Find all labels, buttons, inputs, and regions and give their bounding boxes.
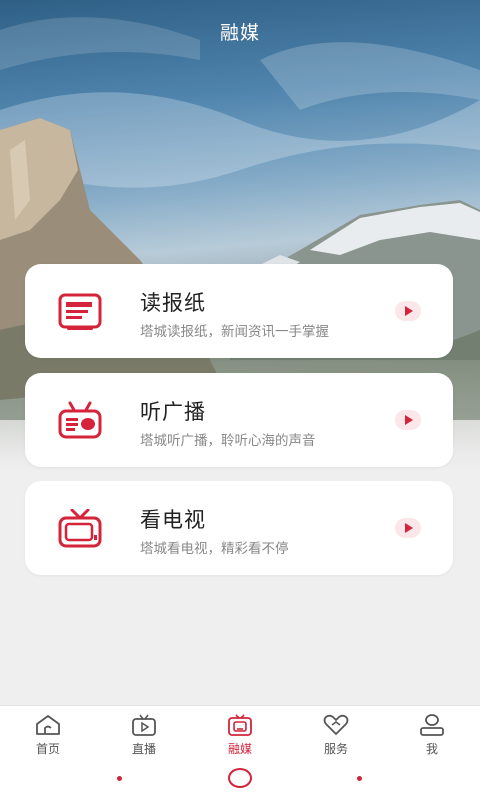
card-title: 听广播 [140,400,206,424]
tab-label: 首页 [35,742,60,756]
menu-button[interactable] [117,776,122,781]
tv-icon [58,509,102,548]
tab-label: 服务 [323,742,348,756]
radio-icon [58,401,102,439]
card-description: 塔城听广播，聆听心海的声音 [140,433,316,449]
heart-service-icon [323,714,349,735]
play-icon[interactable] [395,410,421,430]
newspaper-icon [58,293,102,330]
play-icon[interactable] [395,301,421,321]
card-read-newspaper[interactable]: 读报纸 塔城读报纸，新闻资讯一手掌握 [25,264,453,358]
system-navigation-bar [0,758,480,800]
media-icon [228,714,252,736]
card-listen-radio[interactable]: 听广播 塔城听广播，聆听心海的声音 [25,373,453,467]
page-title: 融媒 [219,22,260,44]
tab-me[interactable]: 我 [384,706,480,759]
tab-label: 直播 [131,742,156,756]
tab-label: 我 [425,742,438,756]
card-title: 看电视 [140,508,206,532]
tab-service[interactable]: 服务 [288,706,384,759]
home-button[interactable] [228,768,252,788]
tab-label: 融媒 [227,742,252,756]
back-button[interactable] [357,776,362,781]
home-icon [36,715,60,735]
play-icon[interactable] [395,518,421,538]
bottom-tab-bar: 首页 直播 融媒 服务 我 [0,705,480,759]
user-icon [420,714,444,736]
tab-home[interactable]: 首页 [0,706,96,759]
card-description: 塔城读报纸，新闻资讯一手掌握 [140,324,329,340]
card-title: 读报纸 [140,291,206,315]
tab-live[interactable]: 直播 [96,706,192,759]
tab-media[interactable]: 融媒 [192,706,288,759]
card-description: 塔城看电视，精彩看不停 [140,541,289,557]
live-tv-icon [132,714,156,736]
card-watch-tv[interactable]: 看电视 塔城看电视，精彩看不停 [25,481,453,575]
